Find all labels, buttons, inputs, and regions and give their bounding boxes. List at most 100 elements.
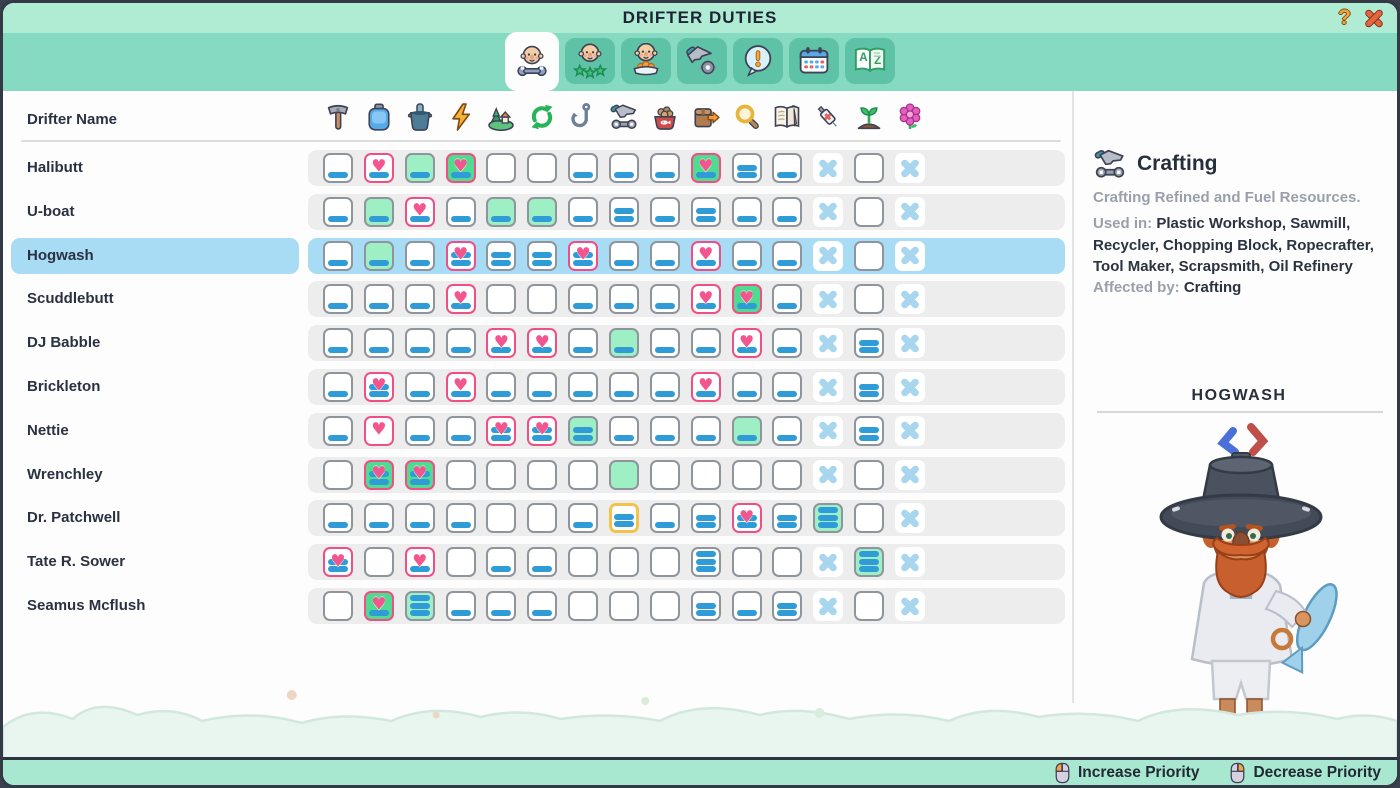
- duty-cell[interactable]: [813, 416, 843, 446]
- duty-cell[interactable]: [813, 241, 843, 271]
- duty-cell[interactable]: [609, 197, 639, 227]
- duty-cell[interactable]: [691, 503, 721, 533]
- animal-food-icon[interactable]: [650, 102, 680, 132]
- duty-cell[interactable]: [609, 416, 639, 446]
- recycle-icon[interactable]: [527, 102, 557, 132]
- drifter-row-name[interactable]: Hogwash: [11, 238, 299, 274]
- duty-cell[interactable]: [486, 241, 516, 271]
- drifter-row-name[interactable]: Scuddlebutt: [11, 281, 299, 317]
- duty-cell[interactable]: [895, 284, 925, 314]
- duty-cell[interactable]: [527, 241, 557, 271]
- duty-cell[interactable]: [609, 328, 639, 358]
- duty-cell[interactable]: [732, 547, 762, 577]
- duty-cell[interactable]: [364, 547, 394, 577]
- duty-cell[interactable]: [772, 503, 802, 533]
- duty-cell[interactable]: [854, 547, 884, 577]
- duty-cell[interactable]: [732, 591, 762, 621]
- duty-cell[interactable]: [772, 241, 802, 271]
- duty-cell[interactable]: [486, 547, 516, 577]
- duty-cell[interactable]: [446, 416, 476, 446]
- duty-cell[interactable]: [568, 503, 598, 533]
- duty-cell[interactable]: [323, 372, 353, 402]
- duty-cell[interactable]: [854, 460, 884, 490]
- duty-cell[interactable]: [854, 197, 884, 227]
- farming-sprout-icon[interactable]: [854, 102, 884, 132]
- duty-cell[interactable]: [323, 153, 353, 183]
- duty-cell[interactable]: [486, 153, 516, 183]
- duty-cell[interactable]: [323, 503, 353, 533]
- tab-worker-food[interactable]: [621, 38, 671, 84]
- duty-cell[interactable]: [650, 197, 680, 227]
- duty-cell[interactable]: ♥: [691, 241, 721, 271]
- duty-cell[interactable]: [609, 503, 639, 533]
- duty-cell[interactable]: [854, 153, 884, 183]
- duty-cell[interactable]: [650, 460, 680, 490]
- duty-cell[interactable]: [323, 197, 353, 227]
- tab-saw-gear[interactable]: [677, 38, 727, 84]
- duty-cell[interactable]: [650, 153, 680, 183]
- tab-alert-bubble[interactable]: [733, 38, 783, 84]
- duty-cell[interactable]: [772, 372, 802, 402]
- drifter-row-name[interactable]: Seamus Mcflush: [11, 588, 299, 624]
- duty-cell[interactable]: [650, 284, 680, 314]
- duty-cell[interactable]: ♥: [405, 460, 435, 490]
- close-icon[interactable]: [1363, 7, 1385, 29]
- duty-cell[interactable]: [650, 503, 680, 533]
- duty-cell[interactable]: [772, 591, 802, 621]
- duty-cell[interactable]: [772, 153, 802, 183]
- drifter-row-name[interactable]: Dr. Patchwell: [11, 500, 299, 536]
- duty-cell[interactable]: ♥: [527, 416, 557, 446]
- duty-cell[interactable]: [446, 591, 476, 621]
- hauling-box-icon[interactable]: [691, 102, 721, 132]
- duty-cell[interactable]: [527, 372, 557, 402]
- drifter-row-name[interactable]: Nettie: [11, 413, 299, 449]
- duty-cell[interactable]: [895, 547, 925, 577]
- duty-cell[interactable]: ♥: [446, 153, 476, 183]
- duty-cell[interactable]: ♥: [486, 328, 516, 358]
- duty-cell[interactable]: [323, 591, 353, 621]
- duty-cell[interactable]: ♥: [364, 591, 394, 621]
- duty-cell[interactable]: [405, 503, 435, 533]
- duty-cell[interactable]: [568, 153, 598, 183]
- duty-cell[interactable]: [609, 460, 639, 490]
- duty-cell[interactable]: [813, 503, 843, 533]
- duty-cell[interactable]: [364, 284, 394, 314]
- crafting-icon[interactable]: [609, 102, 639, 132]
- duty-cell[interactable]: [527, 591, 557, 621]
- duty-cell[interactable]: [568, 460, 598, 490]
- duty-cell[interactable]: [772, 284, 802, 314]
- drifter-row-name[interactable]: Tate R. Sower: [11, 544, 299, 580]
- duty-cell[interactable]: ♥: [405, 197, 435, 227]
- duty-cell[interactable]: [772, 460, 802, 490]
- duty-cell[interactable]: ♥: [446, 284, 476, 314]
- duty-cell[interactable]: [772, 328, 802, 358]
- duty-cell[interactable]: ♥: [446, 241, 476, 271]
- duty-cell[interactable]: [323, 328, 353, 358]
- tab-calendar[interactable]: [789, 38, 839, 84]
- duty-cell[interactable]: [732, 372, 762, 402]
- duty-cell[interactable]: [813, 372, 843, 402]
- duty-cell[interactable]: [323, 284, 353, 314]
- duty-cell[interactable]: ♥: [732, 503, 762, 533]
- duty-cell[interactable]: [650, 328, 680, 358]
- duty-cell[interactable]: [486, 197, 516, 227]
- duty-cell[interactable]: ♥: [486, 416, 516, 446]
- duty-cell[interactable]: [486, 284, 516, 314]
- help-icon[interactable]: ?: [1338, 6, 1351, 30]
- duty-cell[interactable]: ♥: [364, 372, 394, 402]
- duty-cell[interactable]: [527, 284, 557, 314]
- decrease-priority-button[interactable]: Decrease Priority: [1229, 762, 1381, 784]
- duty-cell[interactable]: [405, 241, 435, 271]
- duty-cell[interactable]: [323, 241, 353, 271]
- duty-cell[interactable]: [486, 503, 516, 533]
- duty-cell[interactable]: [405, 372, 435, 402]
- duty-cell[interactable]: [446, 197, 476, 227]
- research-magnifier-icon[interactable]: [732, 102, 762, 132]
- duty-cell[interactable]: ♥: [691, 372, 721, 402]
- duty-cell[interactable]: [568, 547, 598, 577]
- duty-cell[interactable]: [527, 460, 557, 490]
- duty-cell[interactable]: [527, 153, 557, 183]
- duty-cell[interactable]: [609, 591, 639, 621]
- duty-cell[interactable]: [446, 503, 476, 533]
- duty-cell[interactable]: [691, 328, 721, 358]
